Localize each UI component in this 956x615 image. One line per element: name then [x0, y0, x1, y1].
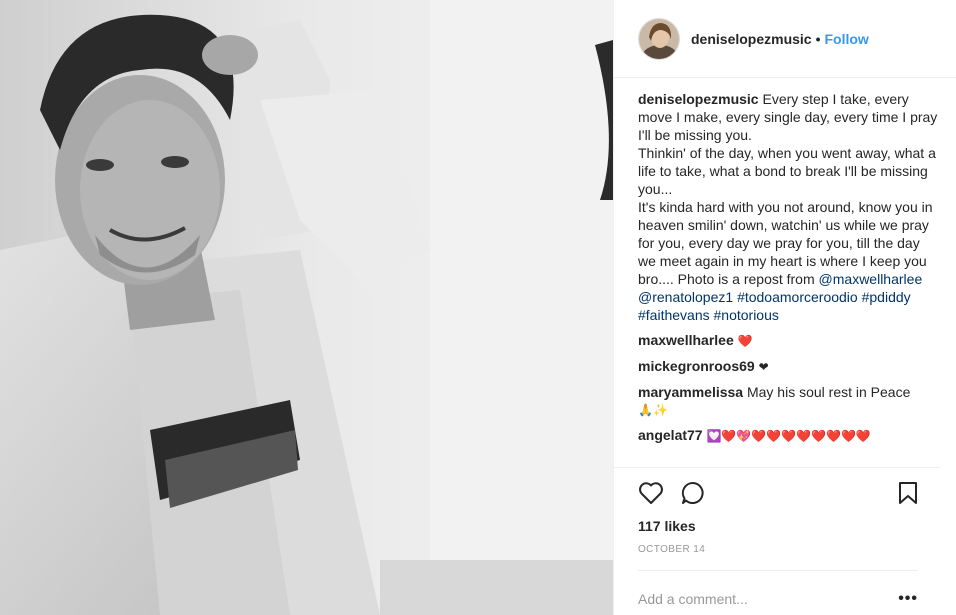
comment-item: angelat77 💟❤️💖❤️❤️❤️❤️❤️❤️❤️❤️	[638, 426, 938, 445]
add-comment-bar: Add a comment... •••	[638, 570, 918, 615]
comment-username[interactable]: mickegronroos69	[638, 358, 755, 374]
comment-text: ❤	[758, 360, 769, 374]
likes-count[interactable]: 117 likes	[638, 518, 918, 534]
comment-username[interactable]: maxwellharlee	[638, 332, 734, 348]
comment-bubble-icon[interactable]	[680, 480, 706, 506]
mention-renatolopez1[interactable]: @renatolopez1	[638, 289, 733, 305]
action-icons	[638, 478, 918, 508]
hashtag-faithevans[interactable]: #faithevans	[638, 307, 710, 323]
photo-image	[0, 0, 613, 615]
avatar[interactable]	[638, 17, 680, 60]
comment-text-emoji: 🙏✨	[638, 403, 668, 417]
post-modal: deniselopezmusic • Follow deniselopezmusic…	[0, 0, 956, 615]
username-link[interactable]: deniselopezmusic	[691, 31, 812, 47]
hashtag-pdiddy[interactable]: #pdiddy	[862, 289, 911, 305]
post-details-panel: deniselopezmusic • Follow deniselopezmusic…	[613, 0, 956, 615]
add-comment-input[interactable]: Add a comment...	[638, 591, 898, 607]
separator-dot: •	[815, 30, 821, 47]
caption-username[interactable]: deniselopezmusic	[638, 91, 759, 107]
post-photo[interactable]	[0, 0, 613, 615]
comment-item: mickegronroos69 ❤	[638, 357, 938, 376]
post-header: deniselopezmusic • Follow	[614, 0, 956, 78]
caption-line-2: Thinkin' of the day, when you went away,…	[638, 145, 936, 197]
post-date: OCTOBER 14	[638, 544, 706, 555]
bookmark-icon[interactable]	[898, 481, 918, 505]
mention-maxwellharlee[interactable]: @maxwellharlee	[819, 271, 923, 287]
comments-list: deniselopezmusic Every step I take, ever…	[614, 78, 956, 467]
hashtag-todoamorceroodio[interactable]: #todoamorceroodio	[737, 289, 858, 305]
more-options-icon[interactable]: •••	[898, 590, 918, 608]
comment-item: maxwellharlee ❤️	[638, 331, 938, 350]
caption: deniselopezmusic Every step I take, ever…	[638, 90, 938, 324]
comment-item: maryammelissa May his soul rest in Peace…	[638, 383, 938, 419]
post-actions: 117 likes OCTOBER 14 Add a comment... ••…	[614, 467, 940, 615]
header-text: deniselopezmusic • Follow	[691, 31, 869, 47]
heart-outline-icon[interactable]	[638, 481, 664, 505]
comment-username[interactable]: maryammelissa	[638, 384, 743, 400]
follow-button[interactable]: Follow	[825, 31, 869, 47]
comment-text: May his soul rest in Peace	[746, 384, 911, 400]
hashtag-notorious[interactable]: #notorious	[714, 307, 779, 323]
comment-username[interactable]: angelat77	[638, 427, 703, 443]
caption-line-3: It's kinda hard with you not around, kno…	[638, 198, 938, 324]
comment-text: ❤️	[737, 334, 753, 348]
comment-text: 💟❤️💖❤️❤️❤️❤️❤️❤️❤️❤️	[706, 429, 871, 443]
